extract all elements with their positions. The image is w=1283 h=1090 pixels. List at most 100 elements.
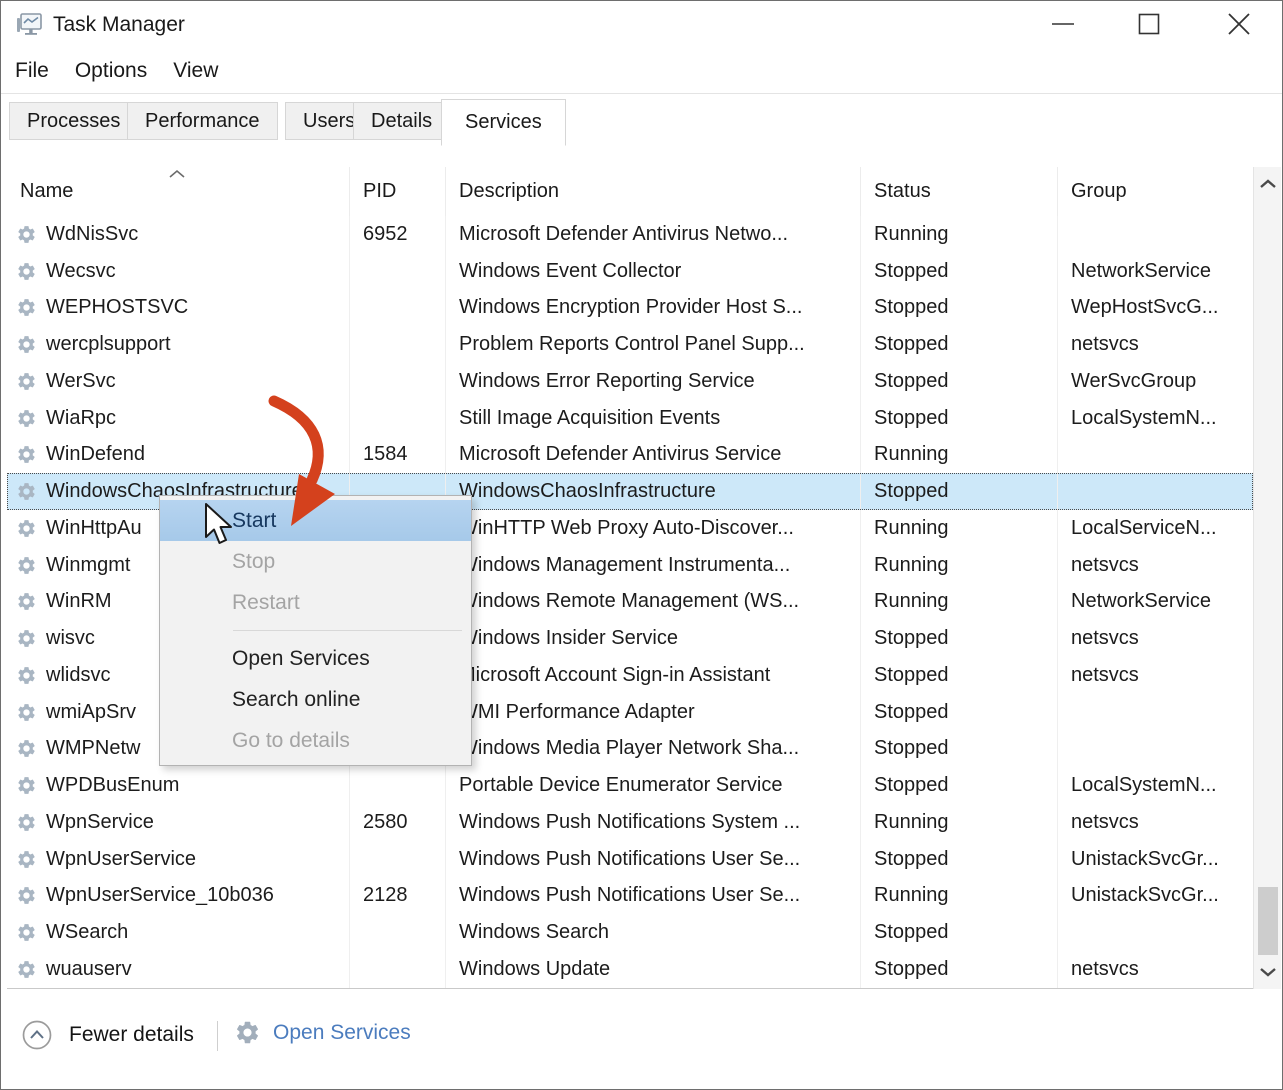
service-description: Portable Device Enumerator Service	[446, 767, 861, 804]
service-name: Wecsvc	[46, 260, 116, 283]
service-row[interactable]: WerSvc Windows Error Reporting Service S…	[7, 363, 1253, 400]
service-group: netsvcs	[1058, 951, 1253, 988]
service-status: Running	[861, 878, 1058, 915]
service-description: WinHTTP Web Proxy Auto-Discover...	[446, 510, 861, 547]
service-description: Windows Management Instrumenta...	[446, 547, 861, 584]
service-gear-icon	[16, 518, 37, 539]
menu-file[interactable]: File	[15, 59, 49, 83]
service-row[interactable]: WiaRpc Still Image Acquisition Events St…	[7, 400, 1253, 437]
service-name-cell: WinDefend	[7, 437, 350, 474]
service-name-cell: WpnUserService_10b036	[7, 878, 350, 915]
service-name-cell: Wecsvc	[7, 253, 350, 290]
open-services-label: Open Services	[273, 1021, 411, 1045]
scrollbar-thumb[interactable]	[1258, 887, 1278, 955]
service-group: LocalSystemN...	[1058, 767, 1253, 804]
service-gear-icon	[16, 334, 37, 355]
context-menu-item-start[interactable]: Start	[160, 500, 471, 541]
tab-details[interactable]: Details	[353, 102, 450, 140]
open-services-link[interactable]: Open Services	[234, 1019, 411, 1046]
scroll-down-button[interactable]	[1254, 957, 1282, 987]
service-name: wlidsvc	[46, 664, 110, 687]
service-group: LocalSystemN...	[1058, 400, 1253, 437]
service-name: WpnUserService	[46, 848, 196, 871]
gear-icon	[234, 1019, 261, 1046]
service-description: Problem Reports Control Panel Supp...	[446, 326, 861, 363]
service-name: WpnUserService_10b036	[46, 884, 274, 907]
service-row[interactable]: WEPHOSTSVC Windows Encryption Provider H…	[7, 290, 1253, 327]
column-header-pid[interactable]: PID	[350, 167, 446, 216]
tab-performance[interactable]: Performance	[127, 102, 278, 140]
service-gear-icon	[16, 775, 37, 796]
service-status: Stopped	[861, 694, 1058, 731]
title-bar: Task Manager	[1, 1, 1282, 49]
service-gear-icon	[16, 812, 37, 833]
service-name: WSearch	[46, 921, 128, 944]
service-row[interactable]: WdNisSvc 6952 Microsoft Defender Antivir…	[7, 216, 1253, 253]
window-title: Task Manager	[53, 13, 185, 37]
minimize-icon	[1050, 17, 1076, 31]
task-manager-window: Task Manager File Options View ProcessesPe…	[0, 0, 1283, 1090]
service-name-cell: WdNisSvc	[7, 216, 350, 253]
chevron-up-circle-icon	[21, 1019, 53, 1051]
column-header-description[interactable]: Description	[446, 167, 861, 216]
service-group: netsvcs	[1058, 804, 1253, 841]
service-row[interactable]: wuauserv Windows Update Stopped netsvcs	[7, 951, 1253, 988]
menu-options[interactable]: Options	[75, 59, 147, 83]
service-status: Stopped	[861, 400, 1058, 437]
service-name: WiaRpc	[46, 407, 116, 430]
footer-bar: Fewer details Open Services	[1, 991, 1282, 1089]
close-button[interactable]	[1213, 3, 1265, 45]
column-header-status[interactable]: Status	[861, 167, 1058, 216]
service-row[interactable]: WpnService 2580 Windows Push Notificatio…	[7, 804, 1253, 841]
vertical-scrollbar[interactable]	[1253, 167, 1281, 989]
service-pid	[350, 363, 446, 400]
service-gear-icon	[16, 628, 37, 649]
service-row[interactable]: WinDefend 1584 Microsoft Defender Antivi…	[7, 437, 1253, 474]
service-status: Stopped	[861, 620, 1058, 657]
service-description: Windows Remote Management (WS...	[446, 584, 861, 621]
menu-view[interactable]: View	[173, 59, 218, 83]
service-row[interactable]: wercplsupport Problem Reports Control Pa…	[7, 326, 1253, 363]
service-name-cell: WSearch	[7, 914, 350, 951]
service-group	[1058, 473, 1253, 510]
context-menu-item-restart: Restart	[160, 582, 471, 623]
service-pid	[350, 951, 446, 988]
service-description: WMI Performance Adapter	[446, 694, 861, 731]
service-gear-icon	[16, 444, 37, 465]
column-header-group[interactable]: Group	[1058, 167, 1253, 216]
service-group: NetworkService	[1058, 253, 1253, 290]
service-status: Stopped	[861, 841, 1058, 878]
context-menu-item-stop: Stop	[160, 541, 471, 582]
context-menu-item-search-online[interactable]: Search online	[160, 679, 471, 720]
service-status: Running	[861, 584, 1058, 621]
service-row[interactable]: WSearch Windows Search Stopped	[7, 914, 1253, 951]
service-name: WerSvc	[46, 370, 116, 393]
tab-processes[interactable]: Processes	[9, 102, 138, 140]
service-description: Windows Encryption Provider Host S...	[446, 290, 861, 327]
service-name-cell: wuauserv	[7, 951, 350, 988]
scroll-up-button[interactable]	[1254, 169, 1282, 199]
service-row[interactable]: WPDBusEnum Portable Device Enumerator Se…	[7, 767, 1253, 804]
task-manager-icon	[15, 11, 43, 39]
service-description: Windows Push Notifications User Se...	[446, 878, 861, 915]
service-row[interactable]: WpnUserService_10b036 2128 Windows Push …	[7, 878, 1253, 915]
service-pid	[350, 767, 446, 804]
service-group	[1058, 731, 1253, 768]
service-gear-icon	[16, 261, 37, 282]
context-menu-item-open-services[interactable]: Open Services	[160, 638, 471, 679]
service-row[interactable]: Wecsvc Windows Event Collector Stopped N…	[7, 253, 1253, 290]
maximize-button[interactable]	[1123, 3, 1175, 45]
tab-strip: ProcessesPerformanceUsersDetailsServices	[9, 94, 1282, 144]
service-pid	[350, 914, 446, 951]
service-pid: 2128	[350, 878, 446, 915]
service-status: Stopped	[861, 473, 1058, 510]
service-description: Microsoft Defender Antivirus Service	[446, 437, 861, 474]
fewer-details-button[interactable]: Fewer details	[21, 1019, 194, 1051]
service-status: Stopped	[861, 326, 1058, 363]
minimize-button[interactable]	[1037, 3, 1089, 45]
service-row[interactable]: WpnUserService Windows Push Notification…	[7, 841, 1253, 878]
service-group: UnistackSvcGr...	[1058, 841, 1253, 878]
chevron-down-icon	[1259, 967, 1277, 977]
service-name-cell: WpnUserService	[7, 841, 350, 878]
tab-services[interactable]: Services	[441, 99, 566, 146]
